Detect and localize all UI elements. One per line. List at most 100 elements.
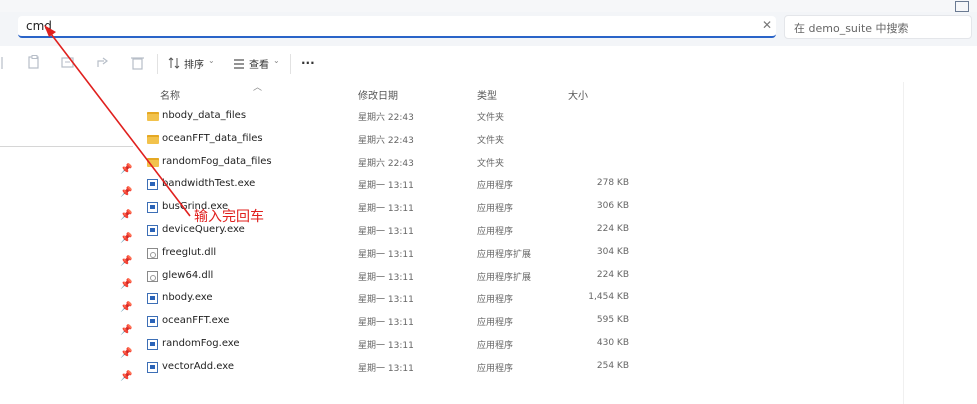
file-type: 应用程序 bbox=[477, 204, 514, 215]
toolbar-divider bbox=[290, 54, 291, 74]
pin-icon[interactable]: 📌 bbox=[120, 187, 132, 198]
exe-file-icon bbox=[147, 179, 158, 191]
file-size: 278 KB bbox=[596, 178, 629, 189]
column-header-size[interactable]: 大小 bbox=[568, 87, 588, 102]
search-placeholder: 在 demo_suite 中搜索 bbox=[794, 22, 909, 35]
file-row[interactable]: oceanFFT.exe 星期一 13:11 应用程序 595 KB bbox=[147, 312, 847, 334]
sort-icon bbox=[168, 57, 180, 69]
file-row[interactable]: bandwidthTest.exe 星期一 13:11 应用程序 278 KB bbox=[147, 175, 847, 197]
file-row[interactable]: randomFog_data_files 星期六 22:43 文件夹 bbox=[147, 153, 847, 175]
file-name: nbody.exe bbox=[162, 292, 213, 304]
file-date: 星期一 13:11 bbox=[358, 295, 414, 306]
file-name: vectorAdd.exe bbox=[162, 360, 234, 372]
file-date: 星期六 22:43 bbox=[358, 158, 414, 169]
exe-file-icon bbox=[147, 202, 158, 214]
file-date: 星期六 22:43 bbox=[358, 113, 414, 123]
file-date: 星期一 13:11 bbox=[358, 341, 414, 351]
file-type: 文件夹 bbox=[477, 135, 505, 146]
cut-icon[interactable] bbox=[0, 56, 8, 70]
pin-icon[interactable]: 📌 bbox=[120, 233, 132, 244]
clear-icon[interactable]: ✕ bbox=[760, 17, 774, 33]
command-bar bbox=[0, 46, 977, 82]
file-name: oceanFFT_data_files bbox=[162, 132, 263, 144]
file-size: 595 KB bbox=[596, 315, 629, 326]
file-type: 应用程序 bbox=[477, 181, 514, 192]
toolbar-divider bbox=[157, 54, 158, 74]
file-type: 应用程序扩展 bbox=[477, 249, 532, 260]
file-type: 应用程序 bbox=[477, 363, 514, 374]
file-size: 254 KB bbox=[596, 360, 629, 371]
file-size: 1,454 KB bbox=[588, 292, 629, 303]
dll-file-icon bbox=[147, 270, 158, 282]
search-input[interactable]: 在 demo_suite 中搜索 bbox=[784, 15, 972, 39]
window-restore-icon[interactable] bbox=[955, 1, 969, 12]
file-type: 应用程序 bbox=[477, 227, 514, 237]
nav-pane-divider bbox=[0, 146, 133, 147]
pin-icon[interactable]: 📌 bbox=[120, 325, 132, 336]
share-icon[interactable] bbox=[95, 55, 110, 70]
file-name: oceanFFT.exe bbox=[162, 315, 230, 327]
file-date: 星期六 22:43 bbox=[358, 135, 414, 146]
file-name: randomFog.exe bbox=[162, 338, 240, 349]
chevron-down-icon: ⌄ bbox=[273, 56, 280, 65]
file-row[interactable]: glew64.dll 星期一 13:11 应用程序扩展 224 KB bbox=[147, 267, 847, 289]
view-label: 查看 bbox=[249, 60, 269, 71]
file-row[interactable]: freeglut.dll 星期一 13:11 应用程序扩展 304 KB bbox=[147, 244, 847, 266]
exe-file-icon bbox=[147, 361, 158, 373]
file-size: 224 KB bbox=[596, 224, 629, 234]
pin-icon[interactable]: 📌 bbox=[120, 164, 132, 175]
annotation-text: 输入完回车 bbox=[194, 209, 264, 225]
file-size: 430 KB bbox=[596, 338, 629, 348]
file-type: 文件夹 bbox=[477, 113, 505, 123]
file-type: 应用程序 bbox=[477, 341, 514, 351]
file-row[interactable]: oceanFFT_data_files 星期六 22:43 文件夹 bbox=[147, 130, 847, 152]
pin-icon[interactable]: 📌 bbox=[120, 256, 132, 267]
exe-file-icon bbox=[147, 293, 158, 305]
file-date: 星期一 13:11 bbox=[358, 363, 414, 374]
file-name: bandwidthTest.exe bbox=[162, 178, 256, 190]
pin-icon[interactable]: 📌 bbox=[120, 279, 132, 290]
pin-icon[interactable]: 📌 bbox=[120, 371, 132, 382]
file-name: freeglut.dll bbox=[162, 246, 217, 258]
column-header-name[interactable]: 名称 bbox=[160, 87, 180, 102]
file-date: 星期一 13:11 bbox=[358, 272, 414, 283]
folder-icon bbox=[147, 134, 159, 144]
file-size: 304 KB bbox=[596, 246, 629, 257]
file-date: 星期一 13:11 bbox=[358, 227, 414, 237]
file-row[interactable]: nbody.exe 星期一 13:11 应用程序 1,454 KB bbox=[147, 289, 847, 311]
file-type: 应用程序 bbox=[477, 318, 514, 329]
column-header-date[interactable]: 修改日期 bbox=[358, 87, 398, 102]
address-input[interactable]: cmd bbox=[18, 16, 776, 38]
exe-file-icon bbox=[147, 339, 158, 350]
sort-label: 排序 bbox=[184, 60, 204, 71]
copy-icon[interactable] bbox=[27, 55, 41, 70]
chevron-down-icon: ⌄ bbox=[208, 56, 215, 65]
folder-icon bbox=[147, 112, 159, 121]
file-name: randomFog_data_files bbox=[162, 155, 272, 167]
folder-icon bbox=[147, 157, 159, 167]
sort-ascending-icon: ︿ bbox=[253, 83, 263, 93]
file-date: 星期一 13:11 bbox=[358, 249, 414, 260]
file-name: glew64.dll bbox=[162, 269, 214, 281]
file-row[interactable]: vectorAdd.exe 星期一 13:11 应用程序 254 KB bbox=[147, 358, 847, 380]
column-header-type[interactable]: 类型 bbox=[477, 87, 497, 102]
file-row[interactable]: randomFog.exe 星期一 13:11 应用程序 430 KB bbox=[147, 335, 847, 357]
exe-file-icon bbox=[147, 225, 158, 236]
file-row[interactable]: nbody_data_files 星期六 22:43 文件夹 bbox=[147, 107, 847, 129]
file-date: 星期一 13:11 bbox=[358, 181, 414, 192]
more-options-button[interactable]: ··· bbox=[301, 56, 315, 70]
file-type: 文件夹 bbox=[477, 158, 505, 169]
exe-file-icon bbox=[147, 316, 158, 328]
pin-icon[interactable]: 📌 bbox=[120, 348, 132, 359]
file-size: 224 KB bbox=[596, 269, 629, 280]
scrollbar[interactable] bbox=[903, 82, 904, 404]
pin-icon[interactable]: 📌 bbox=[120, 210, 132, 221]
rename-icon[interactable] bbox=[61, 55, 75, 70]
file-type: 应用程序扩展 bbox=[477, 272, 532, 283]
view-icon bbox=[234, 59, 244, 69]
file-size: 306 KB bbox=[596, 201, 629, 212]
delete-icon[interactable] bbox=[131, 55, 144, 70]
file-name: nbody_data_files bbox=[162, 110, 247, 121]
title-strip bbox=[0, 0, 977, 12]
pin-icon[interactable]: 📌 bbox=[120, 302, 132, 313]
